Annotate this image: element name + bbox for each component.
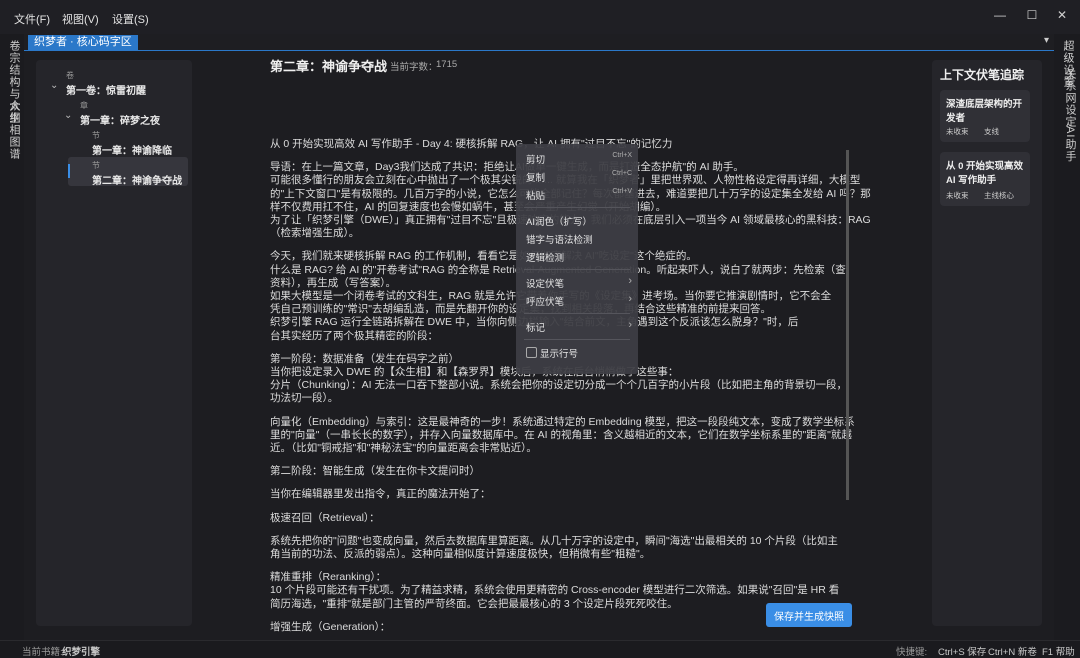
- tree-section-1[interactable]: 第一章：神谕降临: [92, 142, 172, 157]
- editor-line[interactable]: 增强生成（Generation）：: [270, 619, 390, 634]
- context-menu-item[interactable]: 设定伏笔 ›: [516, 274, 638, 290]
- tab-menu-icon[interactable]: ▾: [1044, 35, 1049, 46]
- menu-item-label: 错字与语法检测: [526, 235, 593, 246]
- menu-bar: 文件(F) 视图(V) 设置(S) — ☐ ✕: [0, 0, 1080, 34]
- section-tag: 节: [92, 131, 100, 140]
- editor-line[interactable]: 极速召回（Retrieval）：: [270, 510, 380, 525]
- context-menu: 剪切 Ctrl+X 复制 Ctrl+C 粘贴 Ctrl+V AI润色（扩写） 错字与语法检测逻…: [516, 144, 638, 374]
- menu-item-label: 粘贴: [526, 191, 546, 202]
- context-menu-item[interactable]: AI润色（扩写）: [516, 212, 638, 228]
- tree-section-2[interactable]: 第二章：神谕争夺战: [92, 172, 182, 187]
- left-rail: 卷宗结构与大纲 众生相图谱: [0, 34, 24, 640]
- book-name: 织梦引擎: [62, 647, 101, 658]
- editor-line[interactable]: 分片（Chunking）：AI 无法一口吞下整部小说。系统会把你的设定切分成一个…: [270, 377, 847, 392]
- menu-item-label: 呼应伏笔: [526, 297, 565, 308]
- menu-separator: [524, 313, 630, 314]
- word-count-label: 当前字数：: [390, 62, 438, 73]
- menu-file[interactable]: 文件(F): [14, 11, 50, 27]
- context-menu-item[interactable]: 错字与语法检测: [516, 230, 638, 246]
- book-label: 当前书籍:: [22, 647, 63, 658]
- menu-item-label: 标记: [526, 323, 546, 334]
- word-count: 1715: [436, 59, 458, 70]
- card-status: 未收束: [946, 127, 969, 136]
- shortcut-hint: Ctrl+X: [612, 152, 632, 159]
- right-rail: 超级设置 关系网设定 AI助手: [1054, 34, 1080, 640]
- status-bar: 当前书籍: 织梦引擎 快捷键: Ctrl+S 保存 Ctrl+N 新卷 F1 帮…: [0, 640, 1080, 658]
- shortcut-new: Ctrl+N 新卷: [988, 647, 1037, 658]
- menu-item-label: AI润色（扩写）: [526, 217, 592, 228]
- chevron-down-icon[interactable]: ⌄: [50, 80, 58, 91]
- submenu-arrow-icon: ›: [628, 319, 632, 331]
- rail-tab-characters[interactable]: 众生相图谱: [6, 100, 22, 160]
- menu-item-label: 剪切: [526, 155, 546, 166]
- menu-view[interactable]: 视图(V): [62, 11, 99, 27]
- tree-volume[interactable]: 第一卷：惊雷初醒: [66, 82, 146, 97]
- shortcut-hint: Ctrl+V: [612, 188, 632, 195]
- menu-item-label: 设定伏笔: [526, 279, 565, 290]
- menu-item-label: 复制: [526, 173, 546, 184]
- context-menu-item[interactable]: 逻辑检测: [516, 248, 638, 264]
- submenu-arrow-icon: ›: [628, 293, 632, 305]
- editor-scrollbar[interactable]: [846, 150, 849, 500]
- line-number-checkbox[interactable]: [526, 347, 537, 358]
- menu-item-label: 显示行号: [540, 349, 579, 360]
- chapter-title: 第二章：神谕争夺战: [270, 59, 388, 74]
- section-tag: 节: [92, 161, 100, 170]
- context-menu-item[interactable]: 粘贴 Ctrl+V: [516, 186, 638, 202]
- card-status: 未收束: [946, 191, 969, 200]
- maximize-icon[interactable]: ☐: [1022, 8, 1042, 24]
- editor-line[interactable]: 角当前的功法、反派的弱点）。这种向量相似度计算速度极快，但稍微有些"粗糙"。: [270, 546, 650, 561]
- context-menu-item[interactable]: 呼应伏笔 ›: [516, 292, 638, 308]
- rail-tab-relations[interactable]: 关系网设定: [1062, 68, 1078, 128]
- editor-line[interactable]: 简历海选，"重排"就是部门主管的严苛终面。它会把最最核心的 3 个设定片段死死咬…: [270, 596, 678, 611]
- volume-tag: 卷: [66, 71, 74, 80]
- menu-separator: [524, 207, 630, 208]
- minimize-icon[interactable]: —: [990, 8, 1010, 24]
- editor-line[interactable]: （检索增强生成）。: [270, 225, 359, 240]
- editor-line[interactable]: 功法切一段）。: [270, 390, 338, 405]
- shortcut-label: 快捷键:: [896, 647, 928, 658]
- card-tag: 支线: [984, 127, 999, 136]
- context-menu-item[interactable]: 显示行号: [516, 344, 638, 360]
- shortcut-hint: Ctrl+C: [611, 170, 632, 177]
- menu-separator: [524, 339, 630, 340]
- close-icon[interactable]: ✕: [1052, 8, 1072, 24]
- selection-marker: [68, 164, 70, 178]
- card-title: 从 0 开始实现高效 AI 写作助手: [946, 161, 1024, 186]
- card-title: 深渣底层架构的开发者: [946, 99, 1023, 124]
- menu-settings[interactable]: 设置(S): [112, 11, 149, 27]
- foreshadow-card[interactable]: 从 0 开始实现高效 AI 写作助手 未收束 主线核心: [940, 152, 1030, 206]
- context-menu-item[interactable]: 标记 ›: [516, 318, 638, 334]
- chapter-tag: 章: [80, 101, 88, 110]
- context-menu-item[interactable]: 复制 Ctrl+C: [516, 168, 638, 184]
- tab-strip: 织梦者 · 核心码字区 ▾: [24, 34, 1054, 51]
- save-snapshot-button[interactable]: 保存并生成快照: [766, 603, 852, 627]
- foreshadow-panel: 上下文伏笔追踪 深渣底层架构的开发者 未收束 支线 从 0 开始实现高效 AI …: [932, 60, 1042, 626]
- menu-item-label: 逻辑检测: [526, 253, 565, 264]
- chevron-down-icon[interactable]: ⌄: [64, 110, 72, 121]
- rail-tab-ai[interactable]: AI助手: [1062, 126, 1078, 162]
- context-menu-item[interactable]: 剪切 Ctrl+X: [516, 150, 638, 166]
- card-tag: 主线核心: [984, 191, 1014, 200]
- submenu-arrow-icon: ›: [628, 275, 632, 287]
- foreshadow-card[interactable]: 深渣底层架构的开发者 未收束 支线: [940, 90, 1030, 142]
- shortcut-help: F1 帮助: [1042, 647, 1075, 658]
- editor-line[interactable]: 近。（比如"铜戒指"和"神秘法宝"的向量距离会非常贴近）。: [270, 440, 537, 455]
- editor-line[interactable]: 台其实经历了两个极其精密的阶段：: [270, 328, 438, 343]
- editor-line[interactable]: 第二阶段：智能生成（发生在你卡文提问时）: [270, 463, 480, 478]
- menu-separator: [524, 269, 630, 270]
- shortcut-save: Ctrl+S 保存: [938, 647, 987, 658]
- editor-line[interactable]: 当你在编辑器里发出指令，真正的魔法开始了：: [270, 486, 491, 501]
- tab-core-editor[interactable]: 织梦者 · 核心码字区: [28, 35, 138, 50]
- tree-chapter[interactable]: 第一章：碎梦之夜: [80, 112, 160, 127]
- panel-title: 上下文伏笔追踪: [940, 68, 1025, 82]
- outline-tree: 卷 ⌄ 第一卷：惊雷初醒 章 ⌄ 第一章：碎梦之夜 节 第一章：神谕降临 节 第…: [36, 60, 192, 626]
